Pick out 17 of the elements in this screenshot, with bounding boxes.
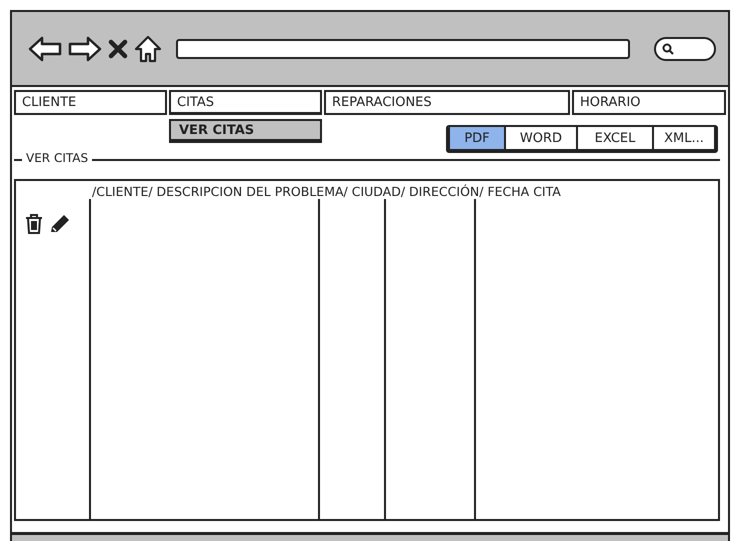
back-icon[interactable]: [28, 36, 62, 62]
trash-icon[interactable]: [24, 213, 44, 235]
search-field[interactable]: [654, 36, 716, 60]
search-icon: [662, 42, 674, 54]
address-field[interactable]: [176, 38, 630, 58]
table-header: /CLIENTE/ DESCRIPCION DEL PROBLEMA/ CIUDAD/ DIRECCIÓN/ FECHA CITA: [91, 183, 562, 199]
home-icon[interactable]: [134, 34, 162, 62]
export-button[interactable]: PDF: [448, 127, 504, 149]
menu-item[interactable]: HORARIO: [572, 90, 726, 115]
menu-item[interactable]: REPARACIONES: [324, 90, 570, 115]
pencil-icon[interactable]: [48, 213, 72, 235]
forward-icon[interactable]: [68, 36, 102, 62]
submenu-item[interactable]: VER CITAS: [169, 119, 322, 143]
panel-title: VER CITAS: [22, 151, 92, 165]
menu-item[interactable]: CITAS: [169, 90, 322, 115]
close-icon[interactable]: [108, 38, 128, 58]
menu-item[interactable]: CLIENTE: [14, 90, 167, 115]
